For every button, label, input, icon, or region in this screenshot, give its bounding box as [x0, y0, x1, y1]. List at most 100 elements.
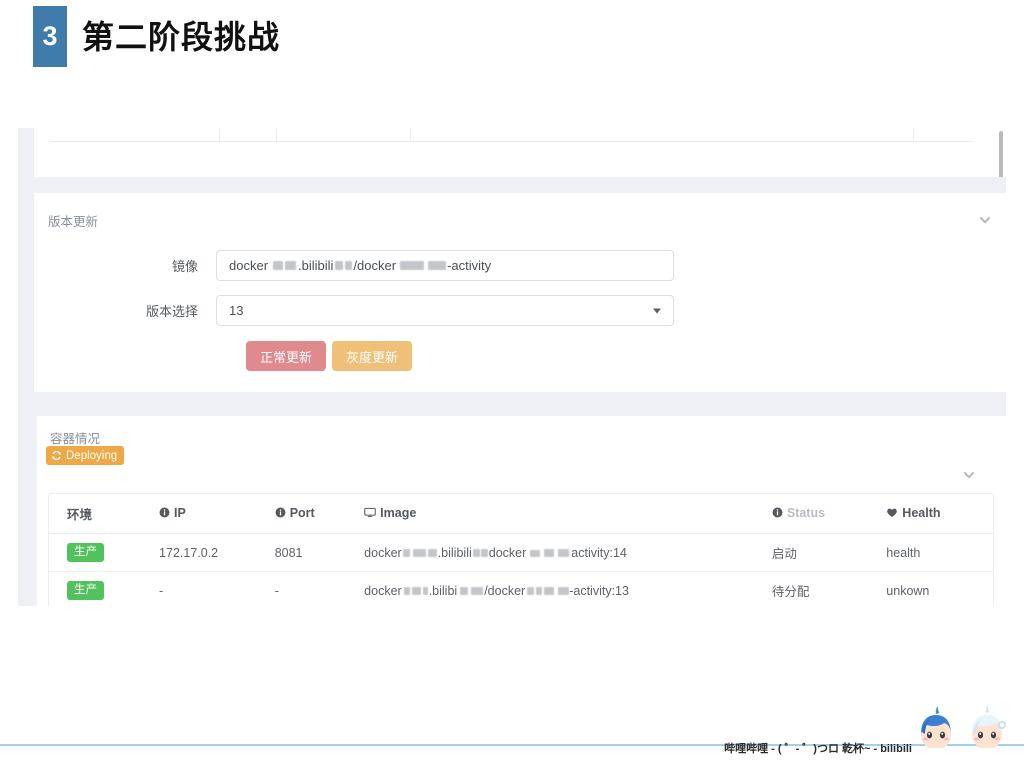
version-select-row: 版本选择 13: [76, 295, 674, 326]
column-header-ip: IP: [151, 494, 267, 534]
image-mid2: /docker: [484, 583, 526, 598]
mascot-22-icon: [921, 706, 951, 750]
column-header-image-label: Image: [380, 506, 417, 520]
column-header-env: 环境: [49, 494, 152, 534]
cell-status: 启动: [763, 533, 879, 572]
column-header-health: Health: [878, 494, 993, 534]
column-header-health-label: Health: [902, 506, 941, 520]
image-value-mid: .bilibili: [298, 258, 334, 273]
panel-gap: [34, 177, 1006, 193]
table-row[interactable]: 生产 172.17.0.2 8081 docker .bilibili docker…: [49, 533, 993, 572]
cell-health: health: [878, 533, 993, 572]
redacted-block: [403, 587, 410, 596]
version-select[interactable]: 13: [216, 295, 674, 326]
redacted-block: [402, 549, 410, 558]
info-icon: [275, 507, 286, 521]
redacted-block: [527, 587, 535, 596]
redacted-block: [558, 549, 570, 558]
version-panel-title: 版本更新: [48, 215, 99, 229]
redacted-block: [480, 549, 488, 558]
cell-health: unkown: [886, 583, 930, 598]
image-prefix: docker: [364, 545, 402, 560]
column-header-port-label: Port: [289, 506, 315, 520]
chevron-down-icon[interactable]: [962, 468, 976, 482]
clipped-cell: [50, 128, 220, 141]
heart-icon: [886, 507, 898, 521]
redacted-block: [558, 587, 570, 596]
redacted-block: [400, 261, 425, 270]
action-button-row: 正常更新 灰度更新: [246, 341, 413, 371]
redacted-block: [471, 587, 484, 596]
clipped-cell: [411, 128, 915, 141]
clipped-cell: [220, 128, 278, 141]
clipped-table-row: [50, 128, 972, 142]
redacted-block: [536, 587, 543, 596]
column-header-port: Port: [266, 494, 357, 534]
clipped-panel: [34, 128, 1006, 183]
status-badge-label: Deploying: [66, 449, 118, 462]
redacted-block: [544, 587, 555, 596]
cell-port: -: [274, 583, 279, 598]
cell-env: 生产: [49, 533, 152, 572]
image-field-row: 镜像 docker .bilibili /docker -activity: [76, 250, 674, 281]
container-panel-title: 容器情况: [50, 432, 101, 446]
column-header-ip-label: IP: [174, 506, 186, 520]
cell-image: docker .bilibi/docker -activity:13: [356, 572, 764, 607]
image-suffix: activity:14: [571, 545, 627, 560]
redacted-block: [460, 587, 469, 596]
redacted-block: [530, 549, 541, 557]
chevron-down-icon[interactable]: [978, 213, 992, 227]
info-icon: [772, 507, 783, 521]
cell-status: 待分配: [771, 585, 810, 599]
cell-ip: 172.17.0.2: [151, 533, 267, 572]
cell-port: 8081: [266, 533, 357, 572]
bilibili-mascots: [914, 704, 1020, 750]
image-field-label: 镜像: [171, 259, 198, 274]
table-header-row: 环境 IP Port Image Status Health: [49, 494, 993, 534]
redacted-block: [472, 549, 480, 558]
redacted-block: [427, 549, 437, 558]
cell-image: docker .bilibili docker activity:14: [356, 533, 764, 572]
redacted-block: [273, 261, 284, 270]
footer-watermark: 哔哩哔哩 - ( ゜- ゜)つロ 乾杯~ - bilibili: [724, 743, 912, 755]
normal-update-button[interactable]: 正常更新: [246, 341, 327, 371]
scrollbar-thumb[interactable]: [999, 131, 1003, 183]
page-title: 第二阶段挑战: [82, 18, 281, 56]
chevron-down-icon: [653, 308, 661, 313]
container-table: 环境 IP Port Image Status Health 生产 172.17…: [48, 493, 994, 606]
image-mid2: docker: [488, 545, 527, 560]
image-mid: .bilibi: [428, 583, 458, 598]
image-value-prefix: docker: [229, 258, 269, 273]
image-prefix: docker: [364, 583, 402, 598]
table-row[interactable]: 生产 - - docker .bilibi/docker -activity:13 …: [49, 572, 993, 607]
redacted-block: [412, 549, 426, 558]
refresh-icon: [52, 450, 61, 461]
column-header-image: Image: [356, 494, 764, 534]
redacted-block: [422, 587, 428, 596]
image-value-mid2: /docker: [353, 258, 397, 273]
version-select-label: 版本选择: [145, 304, 198, 319]
clipped-cell: [277, 128, 411, 141]
panel-gap: [34, 392, 1006, 408]
image-suffix: -activity:13: [569, 583, 629, 598]
cell-env: 生产: [49, 572, 151, 607]
redacted-block: [285, 261, 297, 270]
gray-update-button[interactable]: 灰度更新: [332, 341, 413, 371]
cell-ip: -: [159, 583, 164, 598]
slide-header: 3 第二阶段挑战: [0, 0, 1024, 100]
column-header-status-label: Status: [786, 506, 826, 520]
redacted-block: [345, 261, 353, 270]
version-select-value: 13: [229, 303, 244, 318]
info-icon: [159, 507, 170, 521]
image-input[interactable]: docker .bilibili /docker -activity: [216, 250, 674, 281]
clipped-cell: [914, 128, 972, 141]
mascot-33-icon: [972, 705, 1006, 750]
slide-number-badge: 3: [33, 6, 67, 67]
status-badge: Deploying: [46, 446, 125, 465]
redacted-block: [544, 549, 555, 558]
image-mid: .bilibili: [437, 545, 472, 560]
env-badge: 生产: [67, 543, 104, 562]
redacted-block: [411, 587, 421, 596]
monitor-icon: [364, 507, 376, 521]
version-update-panel: 版本更新 镜像 docker .bilibili /docker -activi…: [34, 193, 1006, 392]
